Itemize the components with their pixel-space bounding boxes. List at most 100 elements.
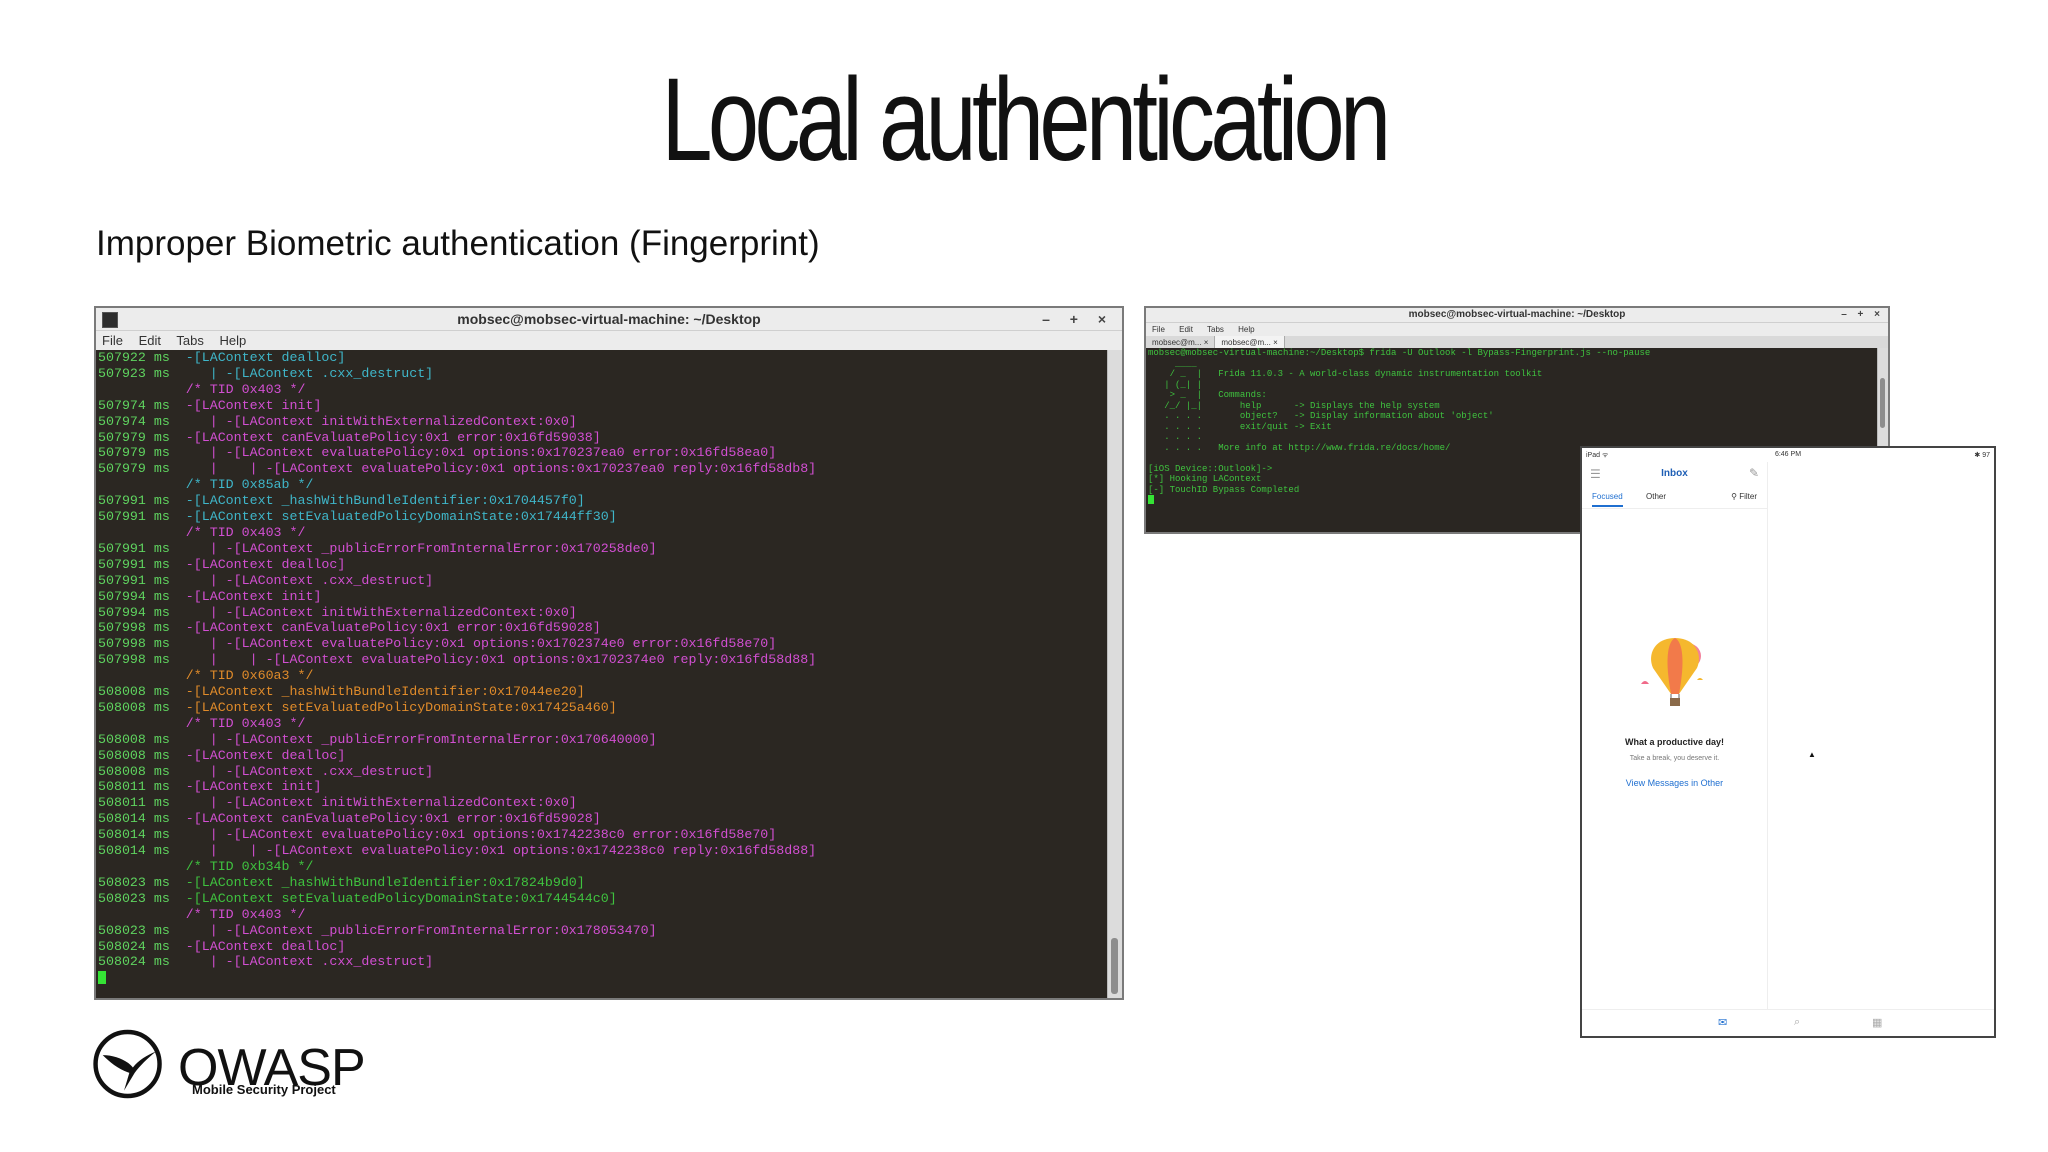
trace-text: | -[LAContext evaluatePolicy:0x1 options… <box>169 827 777 843</box>
timestamp: 507998 ms <box>98 620 170 636</box>
terminal-line: /* TID 0x403 */ <box>98 907 1108 923</box>
timestamp: 508011 ms <box>98 779 170 795</box>
timestamp: 507991 ms <box>98 493 170 509</box>
trace-text: | -[LAContext _publicErrorFromInternalEr… <box>169 540 657 556</box>
frida-scrollbar-thumb[interactable] <box>1880 378 1885 428</box>
slide-subtitle: Improper Biometric authentication (Finge… <box>96 224 820 263</box>
timestamp: 507991 ms <box>98 556 170 572</box>
timestamp <box>98 907 170 922</box>
trace-text: /* TID 0x403 */ <box>169 381 306 397</box>
status-time: 6:46 PM <box>1774 451 1802 458</box>
timestamp: 507998 ms <box>98 652 170 668</box>
inbox-nav: ☰ Inbox ✎ <box>1582 462 1767 486</box>
trace-text: | | -[LAContext evaluatePolicy:0x1 optio… <box>169 652 817 668</box>
trace-text: | -[LAContext initWithExternalizedContex… <box>169 795 577 811</box>
ipad-outlook-screen: iPad ᯤ 6:46 PM ✱ 97 ☰ Inbox ✎ Focused Ot… <box>1580 446 1996 1038</box>
hot-air-balloon-icon <box>1640 638 1703 706</box>
trace-text: -[LAContext dealloc] <box>169 556 346 572</box>
trace-text: -[LAContext canEvaluatePolicy:0x1 error:… <box>169 620 601 636</box>
timestamp <box>98 716 170 731</box>
timestamp: 508008 ms <box>98 684 170 700</box>
terminal-line: /* TID 0x403 */ <box>98 716 1108 732</box>
trace-text: | -[LAContext .cxx_destruct] <box>169 763 434 779</box>
terminal-cursor <box>98 971 106 985</box>
timestamp: 507998 ms <box>98 636 170 652</box>
trace-text: -[LAContext init] <box>169 397 322 413</box>
trace-text: | | -[LAContext evaluatePolicy:0x1 optio… <box>169 461 817 477</box>
owasp-wasp-logo-icon <box>93 1029 162 1099</box>
terminal-line: 508014 ms | -[LAContext evaluatePolicy:0… <box>98 827 1108 843</box>
trace-text: -[LAContext dealloc] <box>169 938 346 954</box>
timestamp: 507979 ms <box>98 429 170 445</box>
status-battery: ✱ 97 <box>1974 452 1990 459</box>
main-terminal-output[interactable]: 507922 ms -[LAContext dealloc] 507923 ms … <box>96 350 1108 998</box>
trace-text: | -[LAContext evaluatePolicy:0x1 options… <box>169 636 777 652</box>
terminal-line: /* TID 0x403 */ <box>98 525 1108 541</box>
view-messages-in-other-link[interactable]: View Messages in Other <box>1582 778 1767 788</box>
trace-text: -[LAContext init] <box>169 779 322 795</box>
ipad-status-bar: iPad ᯤ 6:46 PM ✱ 97 <box>1582 448 1994 462</box>
mouse-pointer-icon: ▲ <box>1808 750 1816 759</box>
timestamp: 508008 ms <box>98 763 170 779</box>
terminal-line: 507974 ms -[LAContext init] <box>98 398 1108 414</box>
terminal-line: 508008 ms | -[LAContext _publicErrorFrom… <box>98 732 1108 748</box>
trace-text: /* TID 0x60a3 */ <box>169 668 314 684</box>
trace-text: /* TID 0x403 */ <box>169 715 306 731</box>
search-tab-icon[interactable]: ⌕ <box>1794 1016 1800 1029</box>
tab-other[interactable]: Other <box>1646 492 1666 501</box>
terminal-line: 507998 ms | -[LAContext evaluatePolicy:0… <box>98 636 1108 652</box>
terminal-line: 507991 ms | -[LAContext _publicErrorFrom… <box>98 541 1108 557</box>
frida-terminal-titlebar[interactable]: mobsec@mobsec-virtual-machine: ~/Desktop… <box>1146 308 1888 323</box>
terminal-line: 507991 ms -[LAContext _hashWithBundleIde… <box>98 493 1108 509</box>
terminal-line: 508011 ms -[LAContext init] <box>98 779 1108 795</box>
window-controls[interactable]: – + × <box>1042 308 1114 330</box>
trace-text: /* TID 0x403 */ <box>169 906 306 922</box>
frida-menu-file[interactable]: File <box>1152 325 1165 334</box>
main-terminal-title: mobsec@mobsec-virtual-machine: ~/Desktop <box>457 311 761 327</box>
trace-text: -[LAContext setEvaluatedPolicyDomainStat… <box>169 509 617 525</box>
trace-text: -[LAContext _hashWithBundleIdentifier:0x… <box>169 493 585 509</box>
owasp-logo-subtitle: Mobile Security Project <box>192 1082 336 1097</box>
mail-tab-icon[interactable]: ✉ <box>1718 1016 1727 1029</box>
timestamp <box>98 668 170 683</box>
frida-cursor <box>1148 495 1154 505</box>
frida-terminal-menubar: File Edit Tabs Help <box>1146 323 1888 336</box>
frida-line: mobsec@mobsec-virtual-machine:~/Desktop$… <box>1148 348 1651 358</box>
terminal-line: 508024 ms | -[LAContext .cxx_destruct] <box>98 954 1108 970</box>
frida-terminal-title: mobsec@mobsec-virtual-machine: ~/Desktop <box>1408 309 1626 320</box>
timestamp: 507991 ms <box>98 540 170 556</box>
frida-menu-tabs[interactable]: Tabs <box>1207 325 1224 334</box>
main-terminal-titlebar[interactable]: mobsec@mobsec-virtual-machine: ~/Desktop… <box>96 308 1122 331</box>
main-terminal-scrollbar[interactable] <box>1107 350 1122 998</box>
compose-icon[interactable]: ✎ <box>1749 466 1759 480</box>
filter-button[interactable]: ⚲ Filter <box>1731 492 1757 501</box>
terminal-line: /* TID 0x403 */ <box>98 382 1108 398</box>
menu-file[interactable]: File <box>102 333 123 348</box>
menu-edit[interactable]: Edit <box>139 333 161 348</box>
timestamp: 507994 ms <box>98 604 170 620</box>
frida-menu-help[interactable]: Help <box>1238 325 1254 334</box>
timestamp: 507922 ms <box>98 350 170 365</box>
trace-text: | -[LAContext .cxx_destruct] <box>169 365 434 381</box>
ipad-tab-bar: ✉ ⌕ ▦ <box>1582 1009 1994 1036</box>
frida-menu-edit[interactable]: Edit <box>1179 325 1193 334</box>
terminal-line: 508014 ms -[LAContext canEvaluatePolicy:… <box>98 811 1108 827</box>
trace-text: | -[LAContext _publicErrorFromInternalEr… <box>169 731 657 747</box>
main-terminal-window[interactable]: mobsec@mobsec-virtual-machine: ~/Desktop… <box>94 306 1124 1000</box>
slide-title: Local authentication <box>661 54 1391 186</box>
terminal-line: 508008 ms | -[LAContext .cxx_destruct] <box>98 764 1108 780</box>
terminal-line: 507991 ms -[LAContext dealloc] <box>98 557 1108 573</box>
frida-window-controls[interactable]: – + × <box>1841 308 1884 322</box>
trace-text: -[LAContext setEvaluatedPolicyDomainStat… <box>169 890 617 906</box>
menu-tabs[interactable]: Tabs <box>176 333 203 348</box>
menu-help[interactable]: Help <box>219 333 246 348</box>
terminal-line: 507994 ms | -[LAContext initWithExternal… <box>98 605 1108 621</box>
inbox-title: Inbox <box>1661 468 1688 479</box>
terminal-line: 508008 ms -[LAContext dealloc] <box>98 748 1108 764</box>
tab-focused[interactable]: Focused <box>1592 492 1623 507</box>
timestamp <box>98 525 170 540</box>
scrollbar-thumb[interactable] <box>1111 938 1118 994</box>
calendar-tab-icon[interactable]: ▦ <box>1872 1016 1882 1029</box>
trace-text: -[LAContext canEvaluatePolicy:0x1 error:… <box>169 429 601 445</box>
trace-text: | -[LAContext initWithExternalizedContex… <box>169 604 577 620</box>
